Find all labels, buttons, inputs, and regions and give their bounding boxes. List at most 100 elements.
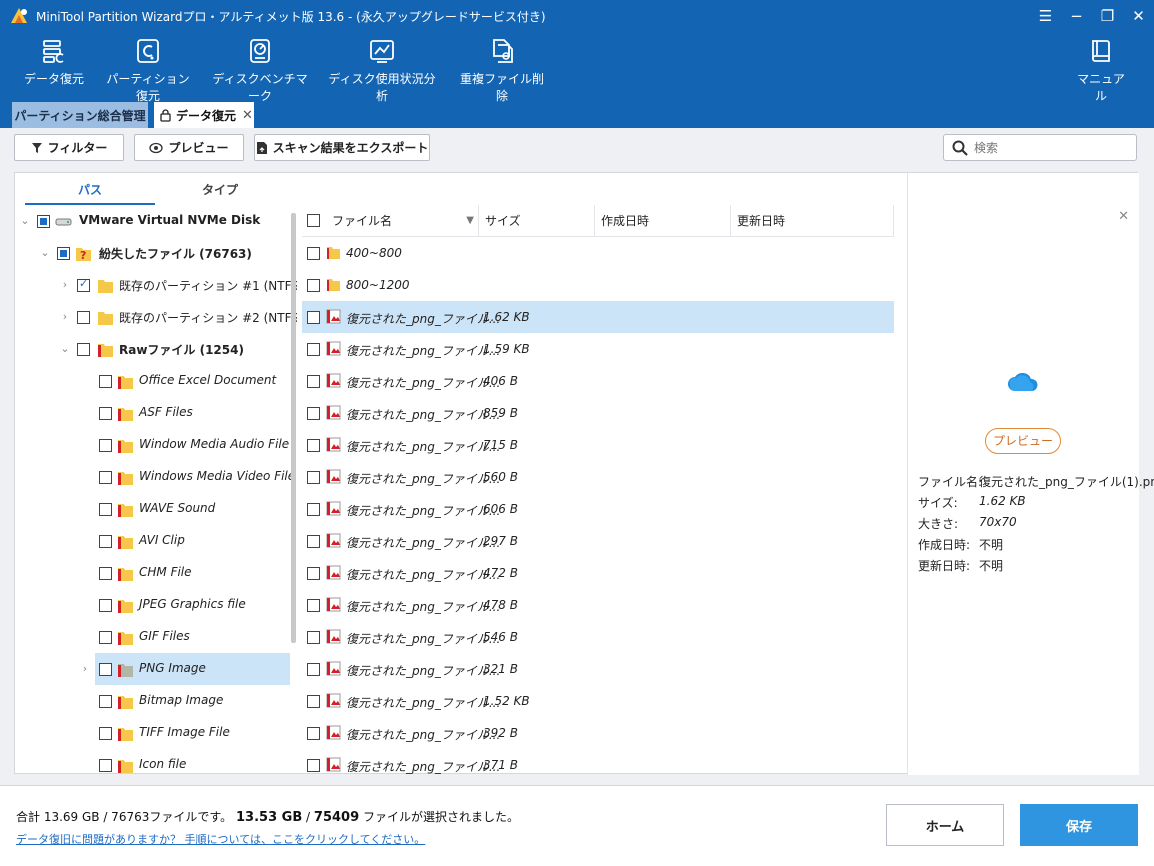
file-row-checkbox[interactable]	[307, 663, 320, 676]
chevron-down-icon[interactable]: ⌄	[39, 246, 51, 260]
toolbar-space-analyzer-button[interactable]: ディスク使用状況分析	[326, 38, 438, 103]
tree-node-checkbox[interactable]	[99, 631, 112, 644]
tree-node-checkbox[interactable]	[99, 599, 112, 612]
tree-node[interactable]: Windows Media Video File	[15, 461, 297, 493]
file-row[interactable]: 復元された_png_ファイル... 546 B	[302, 621, 894, 653]
tab-partition-management[interactable]: パーティション総合管理	[12, 102, 148, 128]
tab-close-icon[interactable]: ✕	[242, 108, 253, 123]
file-row[interactable]: 400~800	[302, 237, 894, 269]
tree-node[interactable]: Office Excel Document	[15, 365, 297, 397]
toolbar-manual-button[interactable]: マニュアル	[1074, 38, 1128, 103]
filter-button[interactable]: フィルター	[14, 134, 124, 161]
tree-node-checkbox[interactable]	[99, 663, 112, 676]
tree-node-checkbox[interactable]	[57, 247, 70, 260]
file-row-checkbox[interactable]	[307, 247, 320, 260]
file-row-checkbox[interactable]	[307, 503, 320, 516]
search-box[interactable]	[943, 134, 1137, 161]
close-icon[interactable]: ✕	[1123, 0, 1154, 32]
toolbar-data-recovery-button[interactable]: データ復元	[22, 38, 86, 98]
file-row[interactable]: 復元された_png_ファイル... 859 B	[302, 397, 894, 429]
preview-close-icon[interactable]: ✕	[1118, 209, 1129, 224]
tree-node-checkbox[interactable]	[77, 343, 90, 356]
file-row[interactable]: 復元された_png_ファイル... 1.52 KB	[302, 685, 894, 717]
tab-data-recovery[interactable]: データ復元 ✕	[154, 102, 254, 128]
tree-node[interactable]: CHM File	[15, 557, 297, 589]
file-row-checkbox[interactable]	[307, 727, 320, 740]
tree-node[interactable]: Window Media Audio File	[15, 429, 297, 461]
file-row-checkbox[interactable]	[307, 343, 320, 356]
tree-node-checkbox[interactable]	[99, 439, 112, 452]
tree-node[interactable]: TIFF Image File	[15, 717, 297, 749]
file-row-checkbox[interactable]	[307, 567, 320, 580]
tab-type[interactable]: タイプ	[155, 177, 285, 205]
tree-scrollbar[interactable]	[291, 213, 296, 643]
tree-node[interactable]: ⌄ Rawファイル (1254)	[15, 333, 297, 365]
tree-node-checkbox[interactable]	[99, 695, 112, 708]
tree-node[interactable]: GIF Files	[15, 621, 297, 653]
file-row-checkbox[interactable]	[307, 631, 320, 644]
select-all-checkbox[interactable]	[307, 214, 320, 227]
file-row-checkbox[interactable]	[307, 695, 320, 708]
search-input[interactable]	[974, 140, 1124, 155]
preview-button[interactable]: プレビュー	[134, 134, 244, 161]
file-row-checkbox[interactable]	[307, 311, 320, 324]
file-row-checkbox[interactable]	[307, 439, 320, 452]
chevron-right-icon[interactable]: ›	[59, 310, 71, 324]
column-header-size[interactable]: サイズ	[479, 205, 595, 237]
chevron-down-icon[interactable]: ⌄	[59, 342, 71, 356]
toolbar-duplicate-file-button[interactable]: 重複ファイル削除	[458, 38, 546, 103]
file-row-checkbox[interactable]	[307, 535, 320, 548]
tree-node[interactable]: JPEG Graphics file	[15, 589, 297, 621]
home-button[interactable]: ホーム	[886, 804, 1004, 846]
tree-node[interactable]: WAVE Sound	[15, 493, 297, 525]
hamburger-menu-icon[interactable]: ☰	[1030, 0, 1061, 32]
file-row[interactable]: 復元された_png_ファイル... 1.62 KB	[302, 301, 894, 333]
file-row[interactable]: 復元された_png_ファイル... 478 B	[302, 589, 894, 621]
tree-node[interactable]: › PNG Image	[83, 653, 290, 685]
file-row[interactable]: 復元された_png_ファイル... 392 B	[302, 717, 894, 749]
file-row[interactable]: 復元された_png_ファイル... 606 B	[302, 493, 894, 525]
column-header-created[interactable]: 作成日時	[595, 205, 731, 237]
tree-node-checkbox[interactable]	[77, 277, 90, 292]
tree-node[interactable]: ⌄ VMware Virtual NVMe Disk	[15, 205, 297, 237]
file-row[interactable]: 復元された_png_ファイル... 371 B	[302, 749, 894, 775]
minimize-icon[interactable]: −	[1061, 0, 1092, 32]
column-header-modified[interactable]: 更新日時	[731, 205, 894, 237]
tree-node-checkbox[interactable]	[99, 535, 112, 548]
tree-node[interactable]: ASF Files	[15, 397, 297, 429]
file-row[interactable]: 復元された_png_ファイル... 1.59 KB	[302, 333, 894, 365]
save-button[interactable]: 保存	[1020, 804, 1138, 846]
toolbar-partition-recovery-button[interactable]: パーティション復元	[102, 38, 194, 103]
preview-panel-button[interactable]: プレビュー	[985, 428, 1061, 454]
file-row-checkbox[interactable]	[307, 279, 320, 292]
file-row[interactable]: 復元された_png_ファイル... 472 B	[302, 557, 894, 589]
tree-node[interactable]: Icon file	[15, 749, 297, 775]
header-select-all[interactable]	[302, 205, 326, 237]
tree-node[interactable]: Bitmap Image	[15, 685, 297, 717]
chevron-right-icon[interactable]: ›	[59, 278, 71, 292]
file-row[interactable]: 復元された_png_ファイル... 406 B	[302, 365, 894, 397]
tree-node[interactable]: › 既存のパーティション #2 (NTFS)(...	[15, 301, 297, 333]
help-link[interactable]: データ復旧に問題がありますか？ 手順については、ここをクリックしてください。	[16, 831, 425, 847]
tree-node-checkbox[interactable]	[99, 503, 112, 516]
export-scan-result-button[interactable]: スキャン結果をエクスポート	[254, 134, 430, 161]
chevron-down-icon[interactable]: ⌄	[19, 214, 31, 228]
maximize-icon[interactable]: ❐	[1092, 0, 1123, 32]
file-row-checkbox[interactable]	[307, 599, 320, 612]
file-row-checkbox[interactable]	[307, 375, 320, 388]
tree-node-checkbox[interactable]	[77, 311, 90, 324]
tree-node-checkbox[interactable]	[37, 215, 50, 228]
tree-node-checkbox[interactable]	[99, 567, 112, 580]
toolbar-disk-benchmark-button[interactable]: ディスクベンチマーク	[212, 38, 308, 103]
chevron-right-icon[interactable]: ›	[79, 662, 91, 676]
file-row-checkbox[interactable]	[307, 471, 320, 484]
file-row[interactable]: 復元された_png_ファイル... 321 B	[302, 653, 894, 685]
tree-node[interactable]: AVI Clip	[15, 525, 297, 557]
tab-path[interactable]: パス	[25, 177, 155, 205]
tree-node-checkbox[interactable]	[99, 375, 112, 388]
file-row[interactable]: 復元された_png_ファイル... 715 B	[302, 429, 894, 461]
column-header-name[interactable]: ファイル名 ▼	[326, 205, 479, 237]
file-row-checkbox[interactable]	[307, 759, 320, 772]
tree-node[interactable]: ⌄? 紛失したファイル (76763)	[15, 237, 297, 269]
file-row[interactable]: 復元された_png_ファイル... 297 B	[302, 525, 894, 557]
